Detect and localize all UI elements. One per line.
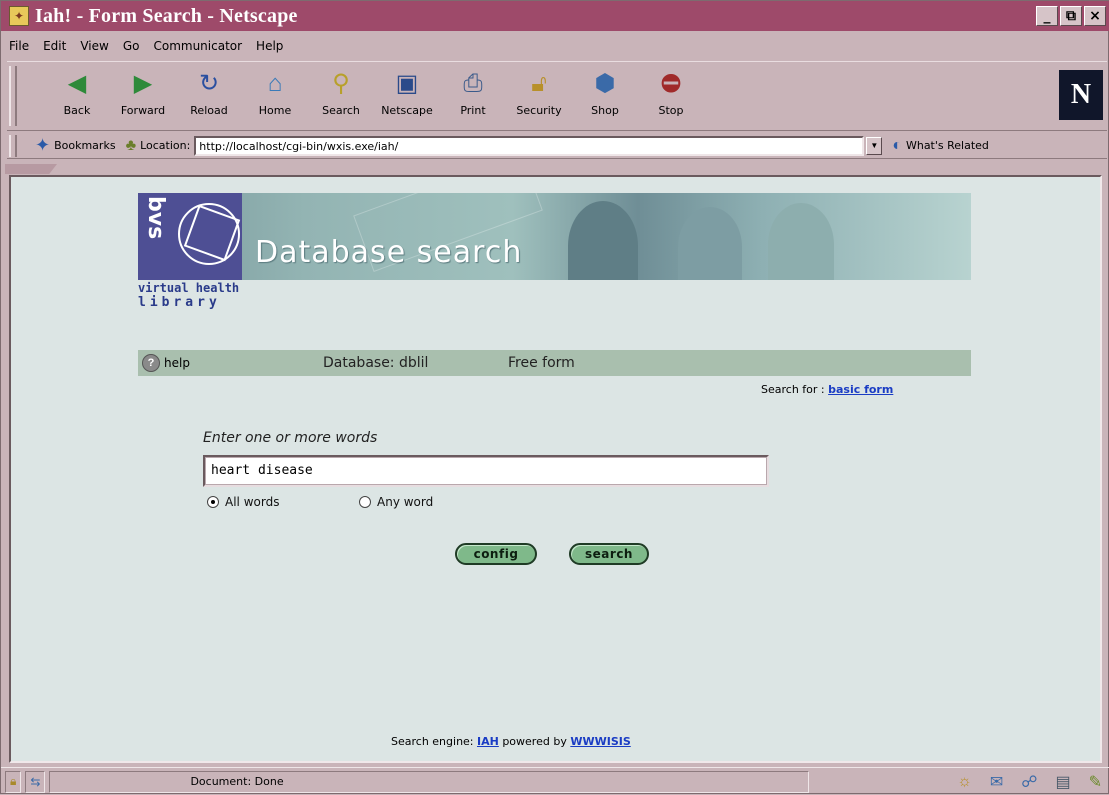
browser-window: ✦ Iah! - Form Search - Netscape _ ⧉ × Fi…	[0, 0, 1109, 794]
all-words-label: All words	[225, 495, 280, 509]
menu-bar: File Edit View Go Communicator Help	[1, 33, 1109, 59]
any-word-option[interactable]: Any word	[359, 495, 433, 509]
any-word-radio[interactable]	[359, 496, 371, 508]
bvs-logo: bvs	[138, 193, 242, 280]
forward-button[interactable]: ▶ Forward	[113, 62, 173, 128]
location-bar: ✦ Bookmarks ♣ Location: http://localhost…	[7, 133, 1107, 159]
location-label: Location:	[140, 139, 191, 152]
toolbar-grip[interactable]	[9, 66, 17, 126]
menu-communicator[interactable]: Communicator	[153, 39, 242, 53]
forward-arrow-icon: ▶	[133, 70, 153, 97]
banner-title: Database search	[255, 235, 523, 270]
security-status[interactable]: 🔒︎	[5, 770, 22, 793]
wwwisis-link[interactable]: WWWISIS	[570, 735, 630, 748]
virtual-health-library-label: virtual health library	[138, 281, 240, 310]
navigation-toolbar: ◀ Back ▶ Forward ↻ Reload ⌂ Home ⚲ Searc…	[7, 61, 1107, 131]
netscape-button[interactable]: ▣ Netscape	[377, 62, 437, 128]
security-lock-icon: 🔒︎	[10, 774, 17, 788]
composer-icon[interactable]: ✎	[1089, 772, 1102, 792]
query-input[interactable]: heart disease	[203, 455, 769, 487]
stop-button[interactable]: ⛔︎ Stop	[641, 62, 701, 128]
search-button[interactable]: ⚲ Search	[311, 62, 371, 128]
form-type-label: Free form	[508, 355, 575, 371]
toolbar-collapse-strip	[1, 161, 1109, 175]
mail-icon[interactable]: ✉	[990, 772, 1003, 792]
help-icon[interactable]: ?	[142, 354, 160, 372]
banner-photo-person	[568, 201, 638, 280]
groups-icon[interactable]: ☍	[1021, 772, 1037, 792]
menu-edit[interactable]: Edit	[43, 39, 66, 53]
database-search-banner: bvs Database search	[138, 193, 971, 280]
location-icon: ♣	[125, 136, 137, 154]
footer-prefix: Search engine:	[391, 735, 474, 748]
menu-view[interactable]: View	[80, 39, 108, 53]
netscape-icon: ▣	[395, 70, 419, 97]
banner-photo-person	[768, 203, 834, 280]
menu-go[interactable]: Go	[123, 39, 140, 53]
print-button[interactable]: ⎙ Print	[443, 62, 503, 128]
database-label: Database: dblil	[323, 355, 429, 371]
url-field[interactable]: http://localhost/cgi-bin/wxis.exe/iah/	[194, 135, 865, 156]
bookmarks-icon[interactable]: ✦	[35, 135, 50, 156]
whats-related-icon: ◐	[892, 136, 902, 154]
window-title: Iah! - Form Search - Netscape	[35, 4, 298, 27]
bookmarks-button[interactable]: Bookmarks	[54, 139, 115, 152]
location-grip[interactable]	[9, 135, 17, 157]
whats-related-button[interactable]: ◐ What's Related	[892, 137, 989, 155]
bvs-logo-text: bvs	[143, 196, 168, 240]
menu-help[interactable]: Help	[256, 39, 283, 53]
app-icon: ✦	[9, 6, 29, 26]
home-button[interactable]: ⌂ Home	[245, 62, 305, 128]
maximize-button[interactable]: ⧉	[1060, 6, 1082, 26]
page-content: bvs Database search virtual health libra…	[9, 175, 1102, 763]
back-button[interactable]: ◀ Back	[47, 62, 107, 128]
shop-icon: ⬢	[594, 70, 616, 97]
status-text: Document: Done	[49, 770, 810, 793]
minimize-button[interactable]: _	[1036, 6, 1058, 26]
title-bar[interactable]: ✦ Iah! - Form Search - Netscape _ ⧉ ×	[1, 1, 1109, 31]
address-book-icon[interactable]: ▤	[1055, 772, 1070, 792]
config-button[interactable]: config	[455, 543, 537, 565]
navigator-icon[interactable]: ☼	[957, 773, 972, 791]
search-for-row: Search for : basic form	[761, 383, 893, 396]
all-words-option[interactable]: All words	[207, 495, 279, 509]
stop-icon: ⛔︎	[660, 70, 682, 97]
netscape-logo[interactable]: N	[1059, 70, 1103, 120]
basic-form-link[interactable]: basic form	[828, 383, 893, 396]
shop-button[interactable]: ⬢ Shop	[575, 62, 635, 128]
info-bar: ? help Database: dblil Free form	[138, 350, 971, 376]
all-words-radio[interactable]	[207, 496, 219, 508]
help-link[interactable]: help	[164, 356, 190, 370]
connection-icon: ⇆	[30, 774, 41, 789]
lock-icon: 🔓︎	[531, 70, 547, 97]
whats-related-label: What's Related	[905, 139, 989, 152]
any-word-label: Any word	[377, 495, 434, 509]
query-prompt: Enter one or more words	[203, 430, 378, 446]
search-for-label: Search for :	[761, 383, 825, 396]
search-icon: ⚲	[332, 70, 350, 97]
iah-link[interactable]: IAH	[477, 735, 499, 748]
back-arrow-icon: ◀	[67, 70, 87, 97]
reload-button[interactable]: ↻ Reload	[179, 62, 239, 128]
reload-icon: ↻	[198, 70, 220, 97]
close-button[interactable]: ×	[1084, 6, 1106, 26]
banner-photo-person	[678, 207, 742, 280]
connection-status: ⇆	[25, 770, 46, 793]
menu-file[interactable]: File	[9, 39, 29, 53]
security-button[interactable]: 🔓︎ Security	[509, 62, 569, 128]
component-bar: ☼ ✉ ☍ ▤ ✎	[957, 772, 1102, 792]
toolbar-collapse-tab[interactable]	[5, 164, 57, 174]
home-icon: ⌂	[267, 70, 283, 97]
status-bar: 🔒︎ ⇆ Document: Done ☼ ✉ ☍ ▤ ✎	[1, 767, 1109, 795]
search-submit-button[interactable]: search	[569, 543, 649, 565]
print-icon: ⎙	[463, 70, 483, 97]
footer-credits: Search engine: IAH powered by WWWISIS	[391, 735, 631, 748]
url-dropdown-button[interactable]: ▼	[866, 136, 883, 155]
footer-mid: powered by	[502, 735, 567, 748]
